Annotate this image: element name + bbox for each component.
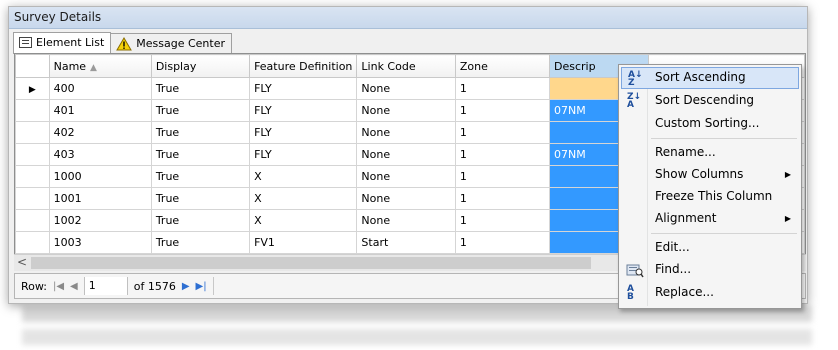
cell-display[interactable]: True: [150, 143, 251, 166]
cell-feature[interactable]: FLY: [249, 99, 358, 122]
cell-zone[interactable]: 1: [454, 121, 550, 144]
current-row-input[interactable]: 1: [83, 277, 128, 295]
tab-label: Message Center: [136, 37, 226, 50]
cell-display[interactable]: True: [150, 77, 251, 100]
cell-link[interactable]: None: [356, 165, 456, 188]
cell-name[interactable]: 1002: [48, 209, 152, 232]
row-label: Row:: [21, 279, 47, 293]
menu-item-edit[interactable]: Edit...: [621, 237, 799, 259]
row-selector[interactable]: ▶: [15, 77, 50, 100]
divider: [212, 277, 214, 295]
cell-link[interactable]: None: [356, 143, 456, 166]
find-icon: [626, 262, 644, 278]
cell-feature[interactable]: FLY: [249, 121, 358, 144]
menu-item-rename[interactable]: Rename...: [621, 142, 799, 164]
row-selector[interactable]: [15, 165, 50, 188]
menu-separator: [651, 138, 797, 139]
background-strip: [22, 329, 812, 345]
menu-item-sort-descending[interactable]: Z↓ A Sort Descending: [621, 90, 799, 112]
cell-name[interactable]: 400: [48, 77, 152, 100]
menu-item-find[interactable]: Find...: [621, 259, 799, 281]
cell-link[interactable]: None: [356, 77, 456, 100]
column-context-menu: A↓ Z Sort Ascending Z↓ A Sort Descending C…: [618, 64, 802, 309]
cell-zone[interactable]: 1: [454, 99, 550, 122]
column-header-zone[interactable]: Zone: [454, 54, 550, 78]
panel-title: Survey Details: [9, 7, 807, 29]
menu-item-replace[interactable]: AB Replace...: [621, 282, 799, 304]
cell-feature[interactable]: FLY: [249, 77, 358, 100]
scrollbar-thumb[interactable]: [31, 257, 591, 269]
last-record-button[interactable]: ▶|: [196, 281, 207, 292]
cell-name[interactable]: 401: [48, 99, 152, 122]
tab-strip: Element List Message Center: [13, 32, 233, 54]
cell-display[interactable]: True: [150, 231, 251, 254]
row-selector[interactable]: [15, 187, 50, 210]
cell-name[interactable]: 1003: [48, 231, 152, 254]
cell-link[interactable]: None: [356, 99, 456, 122]
submenu-arrow-icon: ▶: [784, 170, 791, 179]
row-selector[interactable]: [15, 99, 50, 122]
first-record-button[interactable]: |◀: [53, 281, 64, 292]
cell-link[interactable]: None: [356, 209, 456, 232]
menu-item-show-columns[interactable]: Show Columns ▶: [621, 164, 799, 186]
cell-zone[interactable]: 1: [454, 187, 550, 210]
column-header-display[interactable]: Display: [150, 54, 251, 78]
sort-ascending-indicator-icon: ▲: [90, 62, 97, 73]
column-header-feature-definition[interactable]: Feature Definition: [249, 54, 358, 78]
menu-separator: [651, 233, 797, 234]
cell-zone[interactable]: 1: [454, 165, 550, 188]
cell-zone[interactable]: 1: [454, 231, 550, 254]
cell-link[interactable]: None: [356, 121, 456, 144]
cell-zone[interactable]: 1: [454, 77, 550, 100]
current-row-indicator-icon: ▶: [28, 85, 36, 95]
replace-icon: AB: [627, 284, 634, 302]
cell-zone[interactable]: 1: [454, 143, 550, 166]
row-header-corner: [15, 54, 50, 78]
cell-feature[interactable]: FLY: [249, 143, 358, 166]
next-record-button[interactable]: ▶: [182, 281, 190, 292]
cell-name[interactable]: 402: [48, 121, 152, 144]
cell-name[interactable]: 1000: [48, 165, 152, 188]
row-selector[interactable]: [15, 231, 50, 254]
column-header-link-code[interactable]: Link Code: [356, 54, 456, 78]
sort-ascending-icon: A↓ Z: [628, 70, 643, 88]
menu-item-sort-ascending[interactable]: A↓ Z Sort Ascending: [621, 67, 799, 89]
record-count: of 1576: [133, 279, 176, 293]
tab-element-list[interactable]: Element List: [13, 32, 112, 54]
cell-zone[interactable]: 1: [454, 209, 550, 232]
scroll-left-button[interactable]: <: [14, 255, 30, 271]
row-selector[interactable]: [15, 143, 50, 166]
row-selector[interactable]: [15, 121, 50, 144]
warning-icon: [116, 37, 133, 51]
cell-link[interactable]: Start: [356, 231, 456, 254]
tab-message-center[interactable]: Message Center: [110, 33, 233, 54]
cell-feature[interactable]: X: [249, 165, 358, 188]
cell-display[interactable]: True: [150, 209, 251, 232]
previous-record-button[interactable]: ◀: [70, 281, 78, 292]
cell-feature[interactable]: FV1: [249, 231, 358, 254]
cell-feature[interactable]: X: [249, 209, 358, 232]
cell-display[interactable]: True: [150, 187, 251, 210]
list-icon: [19, 37, 32, 48]
row-selector[interactable]: [15, 209, 50, 232]
cell-display[interactable]: True: [150, 165, 251, 188]
tab-label: Element List: [36, 36, 105, 49]
menu-item-alignment[interactable]: Alignment ▶: [621, 208, 799, 230]
cell-name[interactable]: 1001: [48, 187, 152, 210]
submenu-arrow-icon: ▶: [784, 214, 791, 223]
cell-display[interactable]: True: [150, 99, 251, 122]
menu-item-freeze-this-column[interactable]: Freeze This Column: [621, 186, 799, 208]
menu-item-custom-sorting[interactable]: Custom Sorting...: [621, 113, 799, 135]
cell-feature[interactable]: X: [249, 187, 358, 210]
cell-display[interactable]: True: [150, 121, 251, 144]
column-header-name[interactable]: Name ▲: [48, 54, 152, 78]
cell-link[interactable]: None: [356, 187, 456, 210]
sort-descending-icon: Z↓ A: [627, 92, 642, 110]
cell-name[interactable]: 403: [48, 143, 152, 166]
